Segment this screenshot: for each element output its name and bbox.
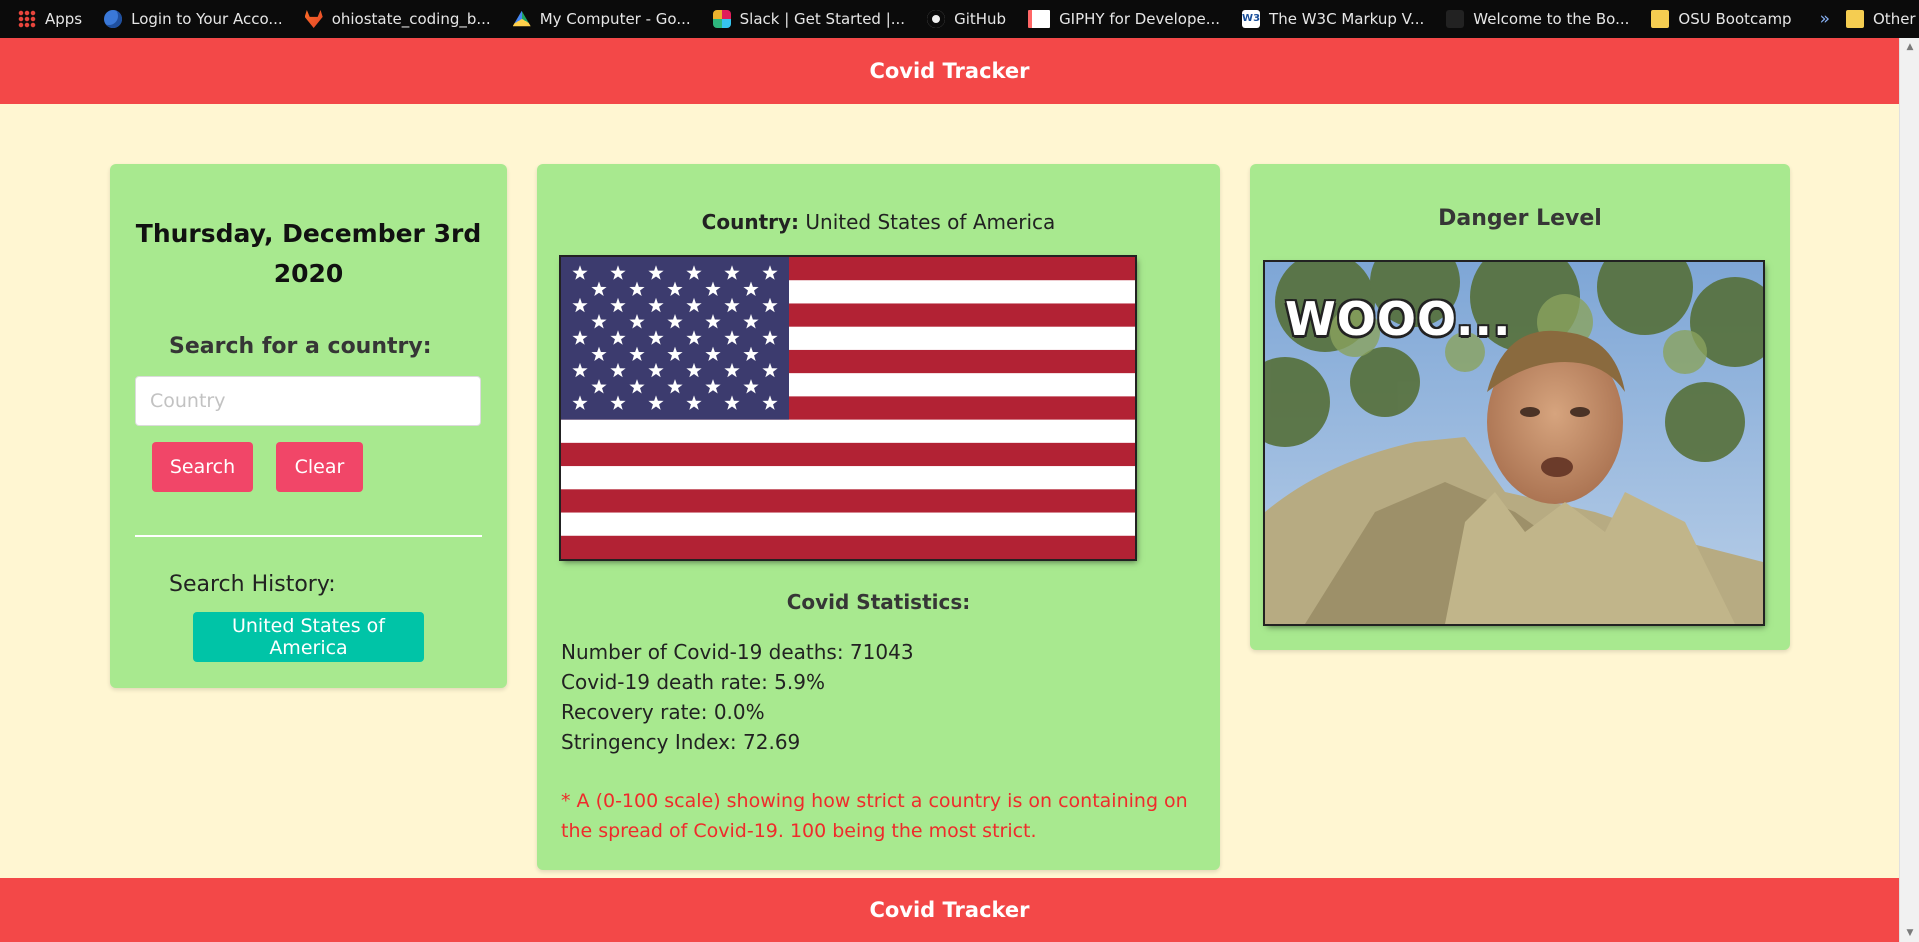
scroll-down-icon[interactable]: ▼	[1900, 924, 1919, 942]
gif-caption: WOOO...	[1285, 292, 1512, 346]
current-date: Thursday, December 3rd 2020	[135, 219, 482, 288]
flag-stripe	[561, 512, 1135, 537]
bookmarks-overflow-icon[interactable]: »	[1820, 9, 1830, 29]
bookmark-giphy[interactable]: GIPHY for Develope...	[1028, 10, 1220, 28]
page-icon	[1446, 10, 1465, 28]
clear-button[interactable]: Clear	[276, 442, 363, 492]
bookmark-gitlab[interactable]: ohiostate_coding_b...	[304, 10, 491, 28]
folder-icon	[1651, 10, 1670, 28]
slack-icon	[712, 10, 731, 28]
bookmark-drive[interactable]: My Computer - Go...	[512, 10, 691, 28]
country-stats-card: Country: United States of America Covid …	[537, 164, 1220, 870]
bookmark-welcome[interactable]: Welcome to the Bo...	[1446, 10, 1629, 28]
page-scrollbar[interactable]: ▲ ▼	[1899, 38, 1919, 942]
bookmark-slack[interactable]: Slack | Get Started |...	[712, 10, 905, 28]
search-card: Thursday, December 3rd 2020 Search for a…	[110, 164, 507, 688]
stat-deaths: Number of Covid-19 deaths: 71043	[561, 640, 914, 664]
us-flag-image	[561, 257, 1135, 559]
apps-grid-icon	[18, 10, 36, 28]
danger-card: Danger Level WOOO...	[1250, 164, 1790, 650]
danger-level-gif: WOOO...	[1265, 262, 1763, 624]
giphy-icon	[1028, 10, 1051, 28]
bookmark-w3c[interactable]: W3 The W3C Markup V...	[1242, 10, 1424, 28]
github-icon	[927, 10, 946, 28]
bookmark-osu-bootcamp[interactable]: OSU Bootcamp	[1651, 10, 1792, 28]
w3c-icon: W3	[1242, 10, 1261, 28]
flag-stripe	[561, 535, 1135, 559]
flag-stripe	[561, 489, 1135, 514]
bookmark-github[interactable]: GitHub	[927, 10, 1006, 28]
divider	[135, 535, 482, 537]
stat-stringency-index: Stringency Index: 72.69	[561, 730, 801, 754]
flag-stripe	[561, 466, 1135, 490]
gitlab-icon	[304, 10, 323, 28]
search-history-label: Search History:	[169, 572, 336, 597]
search-button[interactable]: Search	[152, 442, 253, 492]
bookmark-other[interactable]: Other bookmarks	[1846, 10, 1919, 28]
globe-icon	[104, 10, 123, 28]
bookmark-apps[interactable]: Apps	[18, 10, 82, 28]
search-label: Search for a country:	[169, 334, 432, 359]
country-search-input[interactable]	[135, 376, 481, 426]
google-drive-icon	[512, 10, 531, 27]
folder-icon	[1846, 10, 1864, 28]
flag-stripe	[561, 419, 1135, 444]
country-name: United States of America	[805, 210, 1056, 234]
flag-canton	[561, 257, 789, 420]
danger-level-title: Danger Level	[1438, 206, 1602, 231]
flag-stripe	[561, 442, 1135, 467]
scroll-up-icon[interactable]: ▲	[1900, 38, 1919, 56]
stat-recovery-rate: Recovery rate: 0.0%	[561, 700, 765, 724]
stats-list: Number of Covid-19 deaths: 71043 Covid-1…	[561, 637, 914, 757]
country-label: Country:	[701, 210, 800, 234]
stat-death-rate: Covid-19 death rate: 5.9%	[561, 670, 825, 694]
bookmarks-bar: Apps Login to Your Acco... ohiostate_cod…	[0, 0, 1919, 38]
page-header: Covid Tracker	[0, 38, 1899, 104]
history-item-button[interactable]: United States of America	[193, 612, 424, 662]
country-flag-image	[561, 257, 1135, 559]
page-footer: Covid Tracker	[0, 878, 1899, 942]
bookmark-login[interactable]: Login to Your Acco...	[104, 10, 283, 28]
country-line: Country: United States of America	[537, 210, 1220, 234]
stringency-note: * A (0-100 scale) showing how strict a c…	[561, 790, 1188, 842]
stats-title: Covid Statistics:	[786, 590, 971, 614]
